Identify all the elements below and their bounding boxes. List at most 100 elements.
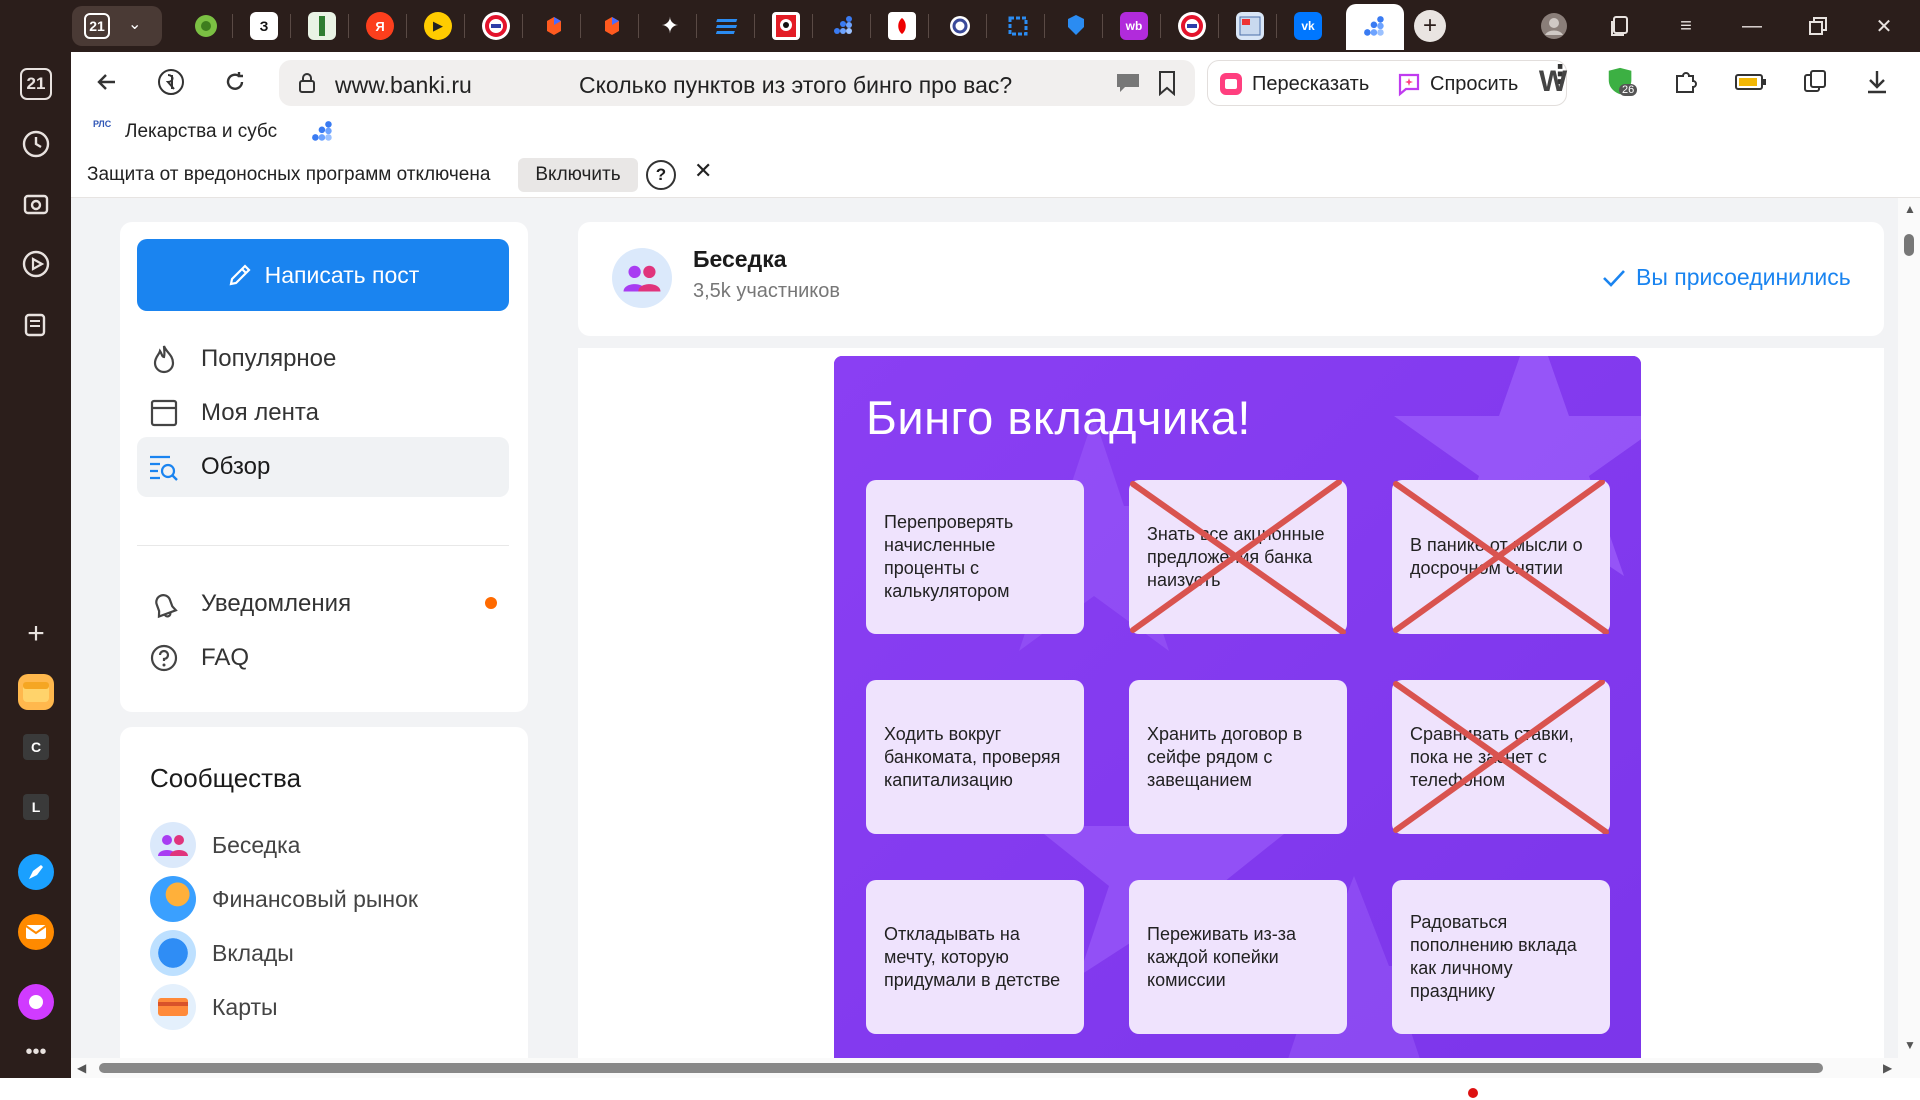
- tab-separator: [638, 14, 639, 38]
- community-item-deposits[interactable]: Вклады: [150, 929, 294, 977]
- book-tab-icon[interactable]: [308, 12, 336, 40]
- shield-extension-icon[interactable]: 26: [1605, 66, 1638, 98]
- circle-tab-icon[interactable]: [946, 12, 974, 40]
- horizontal-scrollbar[interactable]: ◀ ▶: [71, 1058, 1920, 1078]
- write-post-button[interactable]: Написать пост: [137, 239, 509, 311]
- tab-separator: [1276, 14, 1277, 38]
- image-tab-icon[interactable]: [1236, 12, 1264, 40]
- protection-infobar: Защита от вредоносных программ отключена…: [71, 152, 1920, 198]
- address-bar[interactable]: www.banki.ru Сколько пунктов из этого би…: [279, 60, 1195, 106]
- bingo-cell: Знать все акционные предложения банка на…: [1129, 480, 1347, 634]
- pen-app-icon[interactable]: [18, 854, 54, 890]
- community-item-financial-market[interactable]: Финансовый рынок: [150, 875, 418, 923]
- feed-icon: [147, 396, 181, 430]
- video-play-icon[interactable]: [16, 244, 56, 284]
- crop-tab-icon[interactable]: [1004, 12, 1032, 40]
- vertical-scroll-thumb[interactable]: [1904, 234, 1914, 256]
- play-tab-icon[interactable]: ▶: [424, 12, 452, 40]
- add-app-icon[interactable]: +: [16, 614, 56, 654]
- sidebar-item-overview[interactable]: Обзор: [137, 437, 509, 497]
- ask-button[interactable]: Спросить: [1396, 69, 1518, 99]
- retell-label: Пересказать: [1252, 72, 1370, 95]
- green-circle-tab-icon[interactable]: [192, 12, 220, 40]
- notes-icon[interactable]: [16, 304, 56, 344]
- ring2-tab-icon[interactable]: [1178, 12, 1206, 40]
- heart-tab-icon[interactable]: [1062, 12, 1090, 40]
- ai-actions-group: Пересказать Спросить: [1207, 60, 1567, 106]
- screenshot-icon[interactable]: [16, 184, 56, 224]
- close-window-icon[interactable]: ✕: [1870, 12, 1898, 40]
- zv-tab-icon[interactable]: З: [250, 12, 278, 40]
- app-c-icon[interactable]: C: [23, 734, 49, 760]
- joined-button[interactable]: Вы присоединились: [1602, 264, 1851, 291]
- yandex-home-icon[interactable]: [155, 66, 187, 98]
- bookmark-dots[interactable]: [311, 120, 335, 149]
- reader-mode-icon[interactable]: [1799, 66, 1831, 98]
- help-icon[interactable]: ?: [646, 160, 676, 190]
- cube2-tab-icon[interactable]: [598, 12, 626, 40]
- enable-protection-button[interactable]: Включить: [518, 158, 638, 192]
- retell-button[interactable]: Пересказать: [1218, 69, 1369, 99]
- mail-app-icon[interactable]: [18, 914, 54, 950]
- community-item-cards[interactable]: Карты: [150, 983, 278, 1031]
- collections-icon[interactable]: [1606, 12, 1634, 40]
- protection-message: Защита от вредоносных программ отключена: [87, 164, 491, 185]
- comments-icon[interactable]: [1115, 72, 1141, 94]
- app-l-icon[interactable]: L: [23, 794, 49, 820]
- history-icon[interactable]: [16, 124, 56, 164]
- scroll-right-arrow-icon[interactable]: ▶: [1883, 1061, 1892, 1075]
- sidebar-item-label: FAQ: [201, 644, 250, 671]
- scroll-down-arrow-icon[interactable]: ▼: [1904, 1038, 1916, 1052]
- scroll-up-arrow-icon[interactable]: ▲: [1904, 202, 1916, 216]
- wb-tab-icon[interactable]: wb: [1120, 12, 1148, 40]
- yandex-tab-icon[interactable]: Я: [366, 12, 394, 40]
- face-tab-icon[interactable]: [772, 12, 800, 40]
- reload-icon[interactable]: [219, 66, 251, 98]
- community-item-besedka[interactable]: Беседка: [150, 821, 300, 869]
- account-icon[interactable]: [1540, 12, 1568, 40]
- write-post-label: Написать пост: [264, 261, 420, 288]
- notes-app-icon[interactable]: [18, 674, 54, 710]
- tabs-count-button[interactable]: 21: [20, 68, 52, 100]
- lock-icon: [299, 73, 315, 93]
- wikipedia-extension-icon[interactable]: W: [1537, 65, 1569, 98]
- close-infobar-icon[interactable]: ✕: [694, 158, 712, 184]
- dots-tab-icon[interactable]: [830, 12, 858, 40]
- group-name[interactable]: Беседка: [693, 246, 787, 273]
- tab-separator: [1160, 14, 1161, 38]
- sidebar-item-faq[interactable]: FAQ: [137, 628, 509, 688]
- download-icon[interactable]: [1861, 66, 1893, 98]
- restore-icon[interactable]: [1804, 12, 1832, 40]
- question-circle-icon: [147, 641, 181, 675]
- tab-counter-button[interactable]: 21 ⌄: [72, 6, 162, 46]
- extensions-puzzle-icon[interactable]: [1671, 66, 1703, 98]
- vk-tab-icon[interactable]: vk: [1294, 12, 1322, 40]
- people-avatar-icon[interactable]: [612, 248, 672, 308]
- minimize-icon[interactable]: —: [1738, 12, 1766, 40]
- new-tab-button[interactable]: +: [1414, 10, 1446, 42]
- sidebar-item-label: Обзор: [201, 453, 271, 480]
- sidebar-item-label: Моя лента: [201, 399, 319, 426]
- bookmark-rls[interactable]: РЛС Лекарства и субс: [93, 120, 277, 144]
- active-tab[interactable]: [1346, 4, 1404, 50]
- vertical-scrollbar[interactable]: ▲ ▼: [1898, 198, 1920, 1058]
- ask-label: Спросить: [1430, 72, 1519, 95]
- back-icon[interactable]: [91, 66, 123, 98]
- sidebar-item-popular[interactable]: Популярное: [137, 329, 509, 389]
- red-square-tab-icon[interactable]: [888, 12, 916, 40]
- tab-separator: [290, 14, 291, 38]
- lines-tab-icon[interactable]: [714, 12, 742, 40]
- menu-icon[interactable]: ≡: [1672, 12, 1700, 40]
- group-header-card: Беседка 3,5k участников Вы присоединилис…: [578, 222, 1884, 336]
- ring-tab-icon[interactable]: [482, 12, 510, 40]
- sidebar-item-notifications[interactable]: Уведомления: [137, 574, 509, 634]
- horizontal-scroll-thumb[interactable]: [99, 1063, 1823, 1073]
- battery-icon[interactable]: [1735, 66, 1767, 98]
- cube-tab-icon[interactable]: [540, 12, 568, 40]
- scroll-left-arrow-icon[interactable]: ◀: [77, 1061, 86, 1075]
- more-apps-icon[interactable]: •••: [16, 1032, 56, 1072]
- bookmark-icon[interactable]: [1155, 70, 1179, 96]
- alice-app-icon[interactable]: [18, 984, 54, 1020]
- sidebar-item-my-feed[interactable]: Моя лента: [137, 383, 509, 443]
- sparkle-tab-icon[interactable]: ✦: [656, 12, 684, 40]
